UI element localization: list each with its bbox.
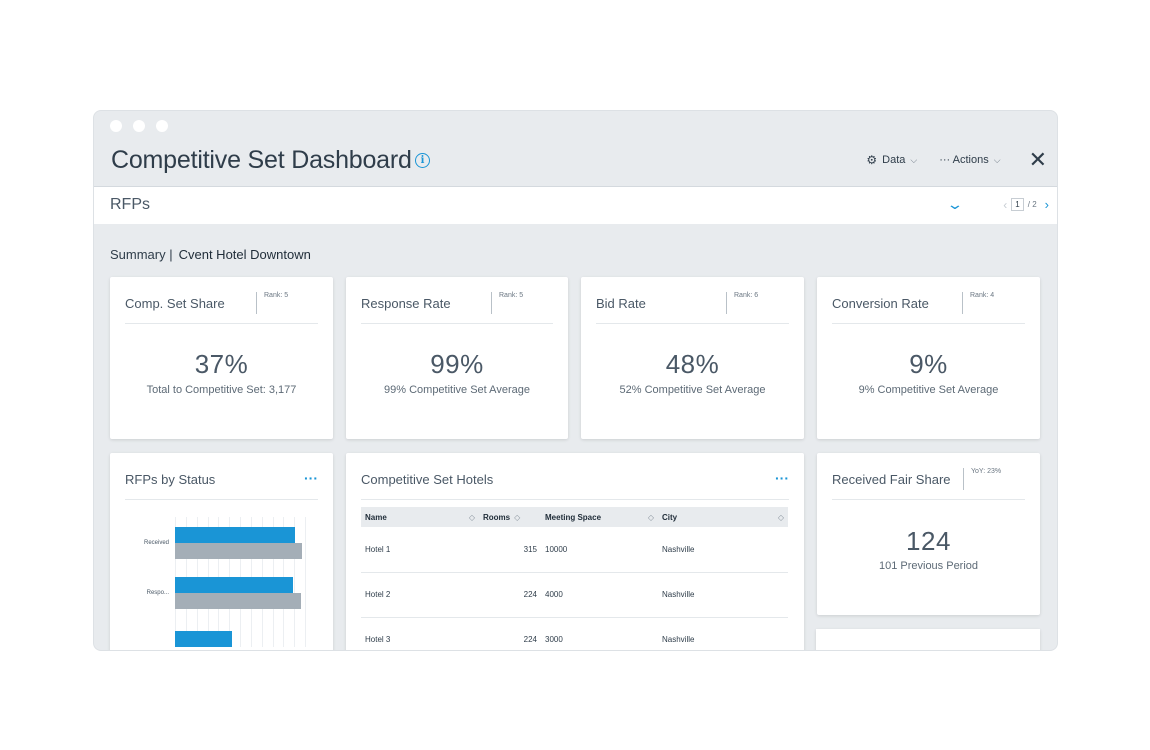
status-bar-chart: Received Respo... bbox=[125, 517, 306, 647]
pager-next-icon[interactable]: › bbox=[1045, 197, 1049, 212]
rfps-section-bar: RFPs ⌄ ‹ 1 / 2 › bbox=[94, 186, 1057, 224]
cell-rooms: 224 bbox=[479, 572, 541, 618]
expand-chevron-icon[interactable]: ⌄ bbox=[946, 196, 964, 213]
metric-value: 99% bbox=[430, 349, 484, 379]
metric-value: 9% bbox=[909, 349, 948, 379]
column-header-rooms[interactable]: Rooms ◇ bbox=[479, 507, 541, 527]
rank-badge: Rank: 5 bbox=[491, 292, 523, 314]
table-row[interactable]: Hotel 3 224 3000 Nashville bbox=[361, 617, 788, 650]
cell-city: Nashville bbox=[658, 617, 788, 650]
actions-menu-label: ··· Actions bbox=[939, 154, 989, 166]
dashboard-window: Competitive Set Dashboard i ⚙ Data ⌵ ···… bbox=[94, 111, 1057, 650]
column-header-name[interactable]: Name ◇ bbox=[361, 507, 479, 527]
received-fair-share-card[interactable]: Received Fair Share YoY: 23% 124 101 Pre… bbox=[817, 453, 1040, 615]
column-header-city[interactable]: City ◇ bbox=[658, 507, 788, 527]
metric-subtitle: Total to Competitive Set: 3,177 bbox=[146, 384, 297, 396]
metric-title: Conversion Rate bbox=[832, 296, 929, 311]
more-options-icon[interactable]: ··· bbox=[775, 470, 789, 486]
metric-title: Bid Rate bbox=[596, 296, 646, 311]
chart-bar[interactable] bbox=[175, 593, 302, 609]
cell-name: Hotel 2 bbox=[361, 572, 479, 618]
cell-rooms: 315 bbox=[479, 527, 541, 573]
summary-label: Summary | bbox=[110, 247, 173, 262]
metric-title: Comp. Set Share bbox=[125, 296, 225, 311]
table-row[interactable]: Hotel 2 224 4000 Nashville bbox=[361, 572, 788, 618]
metric-card-comp-set-share[interactable]: Comp. Set Share Rank: 5 37% Total to Com… bbox=[110, 277, 333, 439]
partial-card bbox=[816, 629, 1040, 650]
metric-value: 124 bbox=[906, 526, 951, 556]
hotels-table: Name ◇ Rooms ◇ Meeting Space ◇ City ◇ Hotel … bbox=[361, 507, 788, 650]
metric-subtitle: 52% Competitive Set Average bbox=[619, 384, 766, 396]
cell-meeting-space: 4000 bbox=[541, 572, 658, 618]
window-dot[interactable] bbox=[133, 120, 145, 132]
window-controls bbox=[110, 120, 168, 132]
cell-meeting-space: 3000 bbox=[541, 617, 658, 650]
sort-icon[interactable]: ◇ bbox=[514, 513, 520, 522]
metric-card-response-rate[interactable]: Response Rate Rank: 5 99% 99% Competitiv… bbox=[346, 277, 568, 439]
column-header-meeting-space[interactable]: Meeting Space ◇ bbox=[541, 507, 658, 527]
page-title: Competitive Set Dashboard bbox=[111, 146, 412, 174]
metric-title: Received Fair Share bbox=[832, 472, 951, 487]
chevron-down-icon: ⌵ bbox=[993, 154, 1001, 165]
table-title: Competitive Set Hotels bbox=[361, 472, 494, 487]
data-menu-label: Data bbox=[882, 154, 906, 166]
actions-menu-button[interactable]: ··· Actions ⌵ bbox=[939, 154, 1000, 166]
metric-subtitle: 9% Competitive Set Average bbox=[858, 384, 999, 396]
cell-meeting-space: 10000 bbox=[541, 527, 658, 573]
chart-bar[interactable] bbox=[175, 577, 294, 593]
chart-gridline bbox=[305, 517, 306, 647]
metric-value: 37% bbox=[194, 349, 249, 379]
cell-city: Nashville bbox=[658, 527, 788, 573]
cell-city: Nashville bbox=[658, 572, 788, 618]
chart-bar[interactable] bbox=[175, 543, 303, 559]
header: Competitive Set Dashboard i ⚙ Data ⌵ ···… bbox=[94, 141, 1057, 185]
close-icon[interactable]: ✕ bbox=[1029, 149, 1047, 171]
rank-badge: Rank: 4 bbox=[962, 292, 994, 314]
cell-name: Hotel 3 bbox=[361, 617, 479, 650]
metric-subtitle: 101 Previous Period bbox=[878, 560, 979, 572]
metric-card-conversion-rate[interactable]: Conversion Rate Rank: 4 9% 9% Competitiv… bbox=[817, 277, 1040, 439]
rank-badge: Rank: 6 bbox=[726, 292, 758, 314]
chart-bar[interactable] bbox=[175, 631, 233, 647]
sort-icon[interactable]: ◇ bbox=[648, 513, 654, 522]
metric-card-bid-rate[interactable]: Bid Rate Rank: 6 48% 52% Competitive Set… bbox=[581, 277, 804, 439]
window-dot[interactable] bbox=[110, 120, 122, 132]
pager-total: / 2 bbox=[1027, 200, 1037, 209]
chart-title: RFPs by Status bbox=[125, 472, 216, 487]
metric-subtitle: 99% Competitive Set Average bbox=[384, 384, 530, 396]
pager-current-page[interactable]: 1 bbox=[1011, 198, 1024, 211]
metric-value: 48% bbox=[665, 349, 720, 379]
rfps-by-status-card: RFPs by Status ··· Received Respo... bbox=[110, 453, 333, 650]
sort-icon[interactable]: ◇ bbox=[778, 513, 784, 522]
rfps-section-title: RFPs bbox=[110, 196, 150, 213]
yoy-badge: YoY: 23% bbox=[963, 468, 1001, 490]
summary-hotel-name: Cvent Hotel Downtown bbox=[178, 247, 311, 262]
window-dot[interactable] bbox=[156, 120, 168, 132]
chart-category-label: Received bbox=[143, 540, 169, 546]
pager: ‹ 1 / 2 › bbox=[1003, 197, 1049, 212]
table-header-row: Name ◇ Rooms ◇ Meeting Space ◇ City ◇ bbox=[361, 507, 788, 527]
rank-badge: Rank: 5 bbox=[256, 292, 288, 314]
summary-heading: Summary | Cvent Hotel Downtown bbox=[110, 247, 311, 262]
chart-bar[interactable] bbox=[175, 527, 295, 543]
info-icon[interactable]: i bbox=[415, 153, 430, 168]
competitive-set-hotels-card: Competitive Set Hotels ··· Name ◇ Rooms ◇ … bbox=[346, 453, 804, 650]
cell-name: Hotel 1 bbox=[361, 527, 479, 573]
chevron-down-icon: ⌵ bbox=[910, 154, 918, 165]
metric-title: Response Rate bbox=[361, 296, 451, 311]
gear-icon: ⚙ bbox=[866, 153, 878, 167]
chart-category-label: Respo... bbox=[146, 590, 169, 596]
sort-icon[interactable]: ◇ bbox=[469, 513, 475, 522]
more-options-icon[interactable]: ··· bbox=[304, 470, 318, 486]
table-row[interactable]: Hotel 1 315 10000 Nashville bbox=[361, 527, 788, 573]
pager-prev-icon[interactable]: ‹ bbox=[1003, 198, 1007, 212]
cell-rooms: 224 bbox=[479, 617, 541, 650]
data-menu-button[interactable]: ⚙ Data ⌵ bbox=[866, 153, 917, 167]
